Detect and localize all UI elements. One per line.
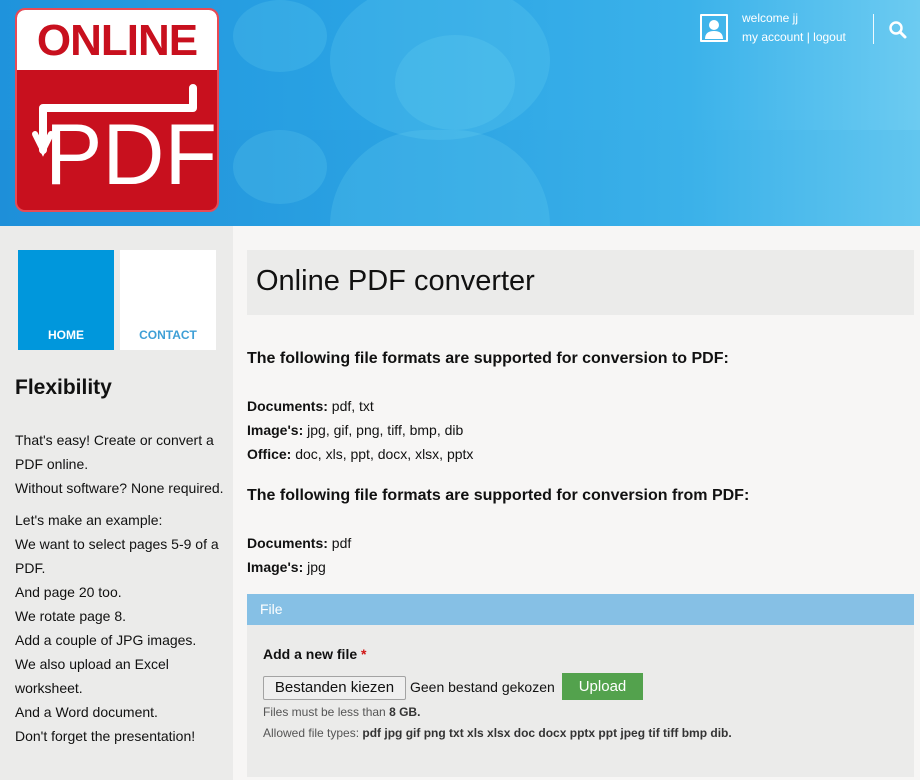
choose-file-button[interactable]: Bestanden kiezen	[263, 676, 406, 700]
file-types-hint: Allowed file types: pdf jpg gif png txt …	[263, 726, 732, 740]
sidebar-line: Don't forget the presentation!	[15, 728, 196, 744]
logo-pdf-text: PDF	[45, 107, 217, 203]
site-logo[interactable]: ONLINE PDF	[15, 8, 219, 212]
header-decoration	[395, 35, 515, 130]
header-divider	[873, 14, 874, 44]
file-status-text: Geen bestand gekozen	[410, 679, 555, 695]
sidebar-line: Let's make an example:	[15, 512, 163, 528]
welcome-text: welcome jj	[742, 11, 799, 25]
format-row: Image's: jpg	[247, 559, 326, 575]
to-pdf-formats: Documents: pdf, txt Image's: jpg, gif, p…	[247, 394, 473, 466]
site-header: ONLINE PDF welcome jj my account | logou…	[0, 0, 920, 226]
format-row: Image's: jpg, gif, png, tiff, bmp, dib	[247, 422, 464, 438]
add-file-label: Add a new file *	[263, 646, 367, 662]
from-pdf-formats: Documents: pdf Image's: jpg	[247, 531, 351, 579]
logout-link[interactable]: logout	[813, 30, 846, 44]
nav-home[interactable]: HOME	[18, 250, 114, 350]
sidebar-line: We also upload an Excel worksheet.	[15, 656, 169, 696]
my-account-link[interactable]: my account	[742, 30, 803, 44]
header-decoration	[233, 0, 327, 72]
file-section-panel: Add a new file * Bestanden kiezen Geen b…	[247, 625, 914, 777]
nav-contact[interactable]: CONTACT	[120, 250, 216, 350]
sidebar-text: That's easy! Create or convert a PDF onl…	[15, 428, 225, 756]
sidebar-paragraph: That's easy! Create or convert a PDF onl…	[15, 428, 225, 500]
sidebar-paragraph: Let's make an example: We want to select…	[15, 508, 225, 748]
format-row: Office: doc, xls, ppt, docx, xlsx, pptx	[247, 446, 474, 462]
sidebar-line: Without software? None required.	[15, 480, 224, 496]
sidebar-line: Add a couple of JPG images.	[15, 632, 197, 648]
upload-button[interactable]: Upload	[562, 673, 643, 700]
page-title-box: Online PDF converter	[247, 250, 914, 315]
format-row: Documents: pdf	[247, 535, 352, 551]
from-pdf-heading: The following file formats are supported…	[247, 487, 750, 504]
sidebar-line: And a Word document.	[15, 704, 158, 720]
file-section-header[interactable]: File	[247, 594, 914, 625]
header-decoration	[233, 130, 327, 204]
page-title: Online PDF converter	[256, 265, 535, 297]
user-menu: welcome jj my account | logout	[742, 9, 846, 47]
required-marker: *	[361, 646, 367, 662]
sidebar-line: We rotate page 8.	[15, 608, 127, 624]
sidebar: HOME CONTACT Flexibility That's easy! Cr…	[0, 226, 233, 780]
to-pdf-heading: The following file formats are supported…	[247, 350, 729, 367]
sidebar-line: We want to select pages 5-9 of a PDF.	[15, 536, 219, 576]
format-row: Documents: pdf, txt	[247, 398, 374, 414]
sidebar-line: And page 20 too.	[15, 584, 122, 600]
file-size-hint: Files must be less than 8 GB.	[263, 705, 421, 719]
sidebar-line: That's easy! Create or convert a PDF onl…	[15, 432, 214, 472]
link-separator: |	[806, 30, 810, 44]
user-icon[interactable]	[700, 14, 728, 42]
search-icon[interactable]	[888, 20, 908, 40]
sidebar-title: Flexibility	[15, 376, 112, 399]
